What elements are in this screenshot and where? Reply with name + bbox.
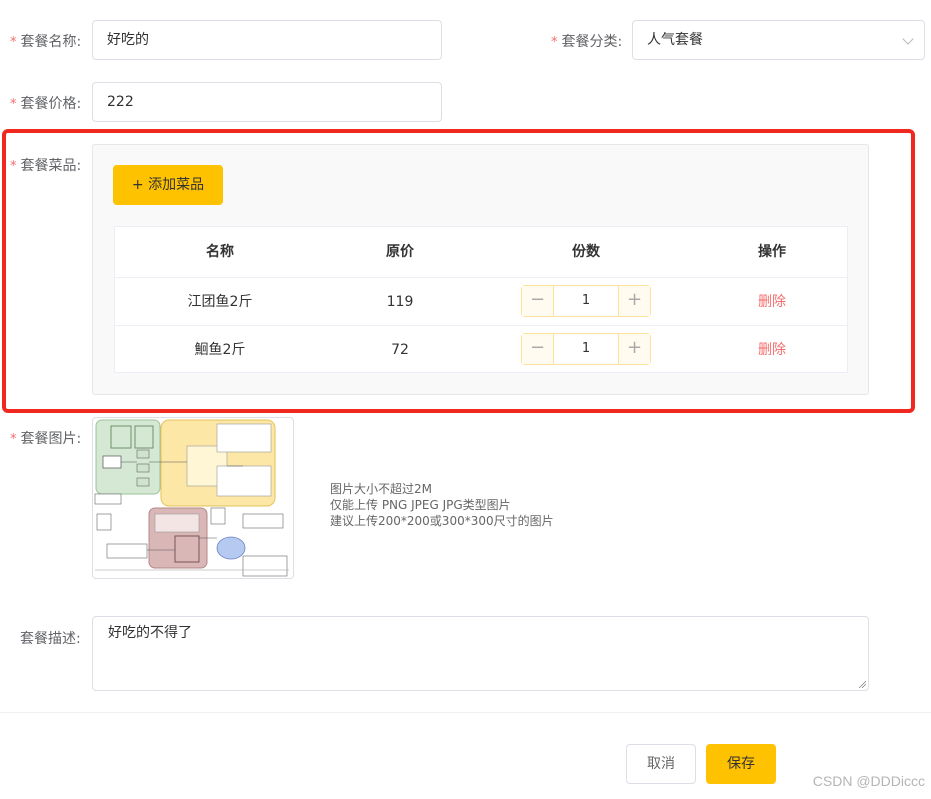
- meal-category-label-text: 套餐分类:: [561, 34, 623, 50]
- meal-name-input[interactable]: 好吃的: [92, 20, 442, 60]
- upload-tip-dimension: 建议上传200*200或300*300尺寸的图片: [330, 514, 554, 528]
- meal-category-select[interactable]: 人气套餐: [632, 20, 925, 60]
- footer-divider: [0, 712, 931, 713]
- upload-tip-format: 仅能上传 PNG JPEG JPG类型图片: [330, 498, 511, 512]
- watermark: CSDN @DDDiccc: [812, 773, 925, 789]
- meal-description-textarea[interactable]: 好吃的不得了: [92, 616, 869, 691]
- meal-category-value: 人气套餐: [647, 32, 703, 48]
- chevron-down-icon: [902, 33, 914, 45]
- required-mark: *: [10, 97, 17, 112]
- meal-price-label-text: 套餐价格:: [20, 96, 82, 112]
- meal-name-value: 好吃的: [107, 32, 149, 48]
- upload-tip-size: 图片大小不超过2M: [330, 482, 432, 496]
- meal-name-label: * 套餐名称:: [10, 31, 81, 51]
- meal-name-label-text: 套餐名称:: [20, 34, 82, 50]
- meal-category-label: * 套餐分类:: [551, 31, 622, 51]
- highlight-annotation-box: [2, 129, 915, 413]
- required-mark: *: [10, 432, 17, 447]
- meal-image-label-text: 套餐图片:: [20, 431, 82, 447]
- meal-price-input[interactable]: 222: [92, 82, 442, 122]
- resize-handle-icon[interactable]: [858, 680, 866, 688]
- upload-tips: 图片大小不超过2M 仅能上传 PNG JPEG JPG类型图片 建议上传200*…: [330, 481, 554, 529]
- diagram-image-icon: [94, 419, 289, 577]
- meal-description-value: 好吃的不得了: [108, 625, 192, 641]
- meal-image-label: * 套餐图片:: [10, 428, 81, 448]
- meal-description-label-text: 套餐描述:: [20, 631, 81, 647]
- cancel-button[interactable]: 取消: [626, 744, 696, 784]
- required-mark: *: [551, 35, 558, 50]
- meal-price-value: 222: [107, 94, 134, 110]
- meal-price-label: * 套餐价格:: [10, 93, 81, 113]
- uploaded-image-thumbnail[interactable]: [92, 417, 294, 579]
- meal-description-label: 套餐描述:: [20, 628, 81, 648]
- save-button[interactable]: 保存: [706, 744, 776, 784]
- required-mark: *: [10, 35, 17, 50]
